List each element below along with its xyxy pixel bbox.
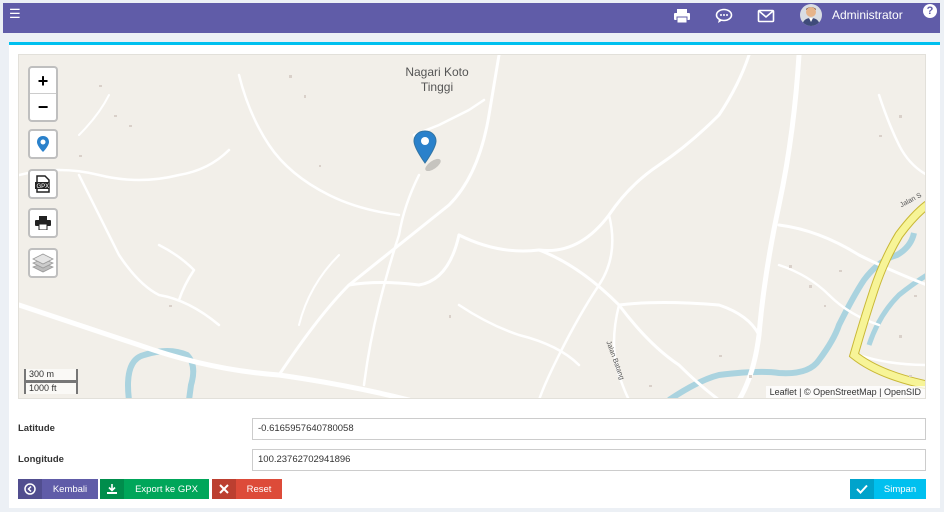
back-icon xyxy=(18,479,42,499)
latitude-label: Latitude xyxy=(18,423,55,434)
scale-imperial: 1000 ft xyxy=(24,381,78,394)
gpx-upload-button[interactable]: GPX xyxy=(28,169,58,199)
back-button[interactable]: Kembali xyxy=(18,479,98,499)
map-marker-icon[interactable] xyxy=(413,129,449,171)
map-view[interactable]: Nagari Koto Tinggi Jalan Batang Jalan S … xyxy=(18,54,926,399)
locate-button[interactable] xyxy=(28,129,58,159)
locate-icon xyxy=(37,136,49,152)
zoom-control: + − xyxy=(28,66,58,122)
export-label: Export ke GPX xyxy=(135,483,198,495)
reset-label: Reset xyxy=(246,483,272,495)
print-map-button[interactable] xyxy=(28,208,58,238)
svg-text:GPX: GPX xyxy=(37,184,50,190)
chat-icon[interactable] xyxy=(715,8,733,24)
user-menu[interactable]: Administrator xyxy=(800,3,903,27)
layers-button[interactable] xyxy=(28,248,58,278)
map-tiles xyxy=(19,55,925,398)
mail-icon[interactable] xyxy=(757,8,775,24)
zoom-out-button[interactable]: − xyxy=(30,94,56,120)
place-label-line1: Nagari Koto xyxy=(405,65,469,79)
help-icon[interactable]: ? xyxy=(923,4,937,18)
print-icon xyxy=(35,216,51,230)
map-scale: 300 m 1000 ft xyxy=(24,369,78,394)
back-label: Kembali xyxy=(52,483,88,495)
download-icon xyxy=(100,479,124,499)
place-label-line2: Tinggi xyxy=(420,80,454,94)
save-button[interactable]: Simpan xyxy=(850,479,926,499)
export-gpx-button[interactable]: Export ke GPX xyxy=(100,479,209,499)
check-icon xyxy=(850,479,874,499)
longitude-row: Longitude 100.23762702941896 xyxy=(18,449,926,471)
map-attribution: Leaflet | © OpenStreetMap | OpenSID xyxy=(765,386,925,398)
layers-icon xyxy=(32,253,54,273)
latitude-input[interactable]: -0.6165957640780058 xyxy=(252,418,926,440)
zoom-in-button[interactable]: + xyxy=(30,68,56,94)
print-icon[interactable] xyxy=(673,8,691,24)
avatar xyxy=(800,4,822,26)
close-icon xyxy=(212,479,236,499)
hamburger-icon[interactable]: ☰ xyxy=(9,7,21,20)
longitude-label: Longitude xyxy=(18,454,64,465)
save-label: Simpan xyxy=(883,483,917,495)
user-name: Administrator xyxy=(832,8,903,22)
reset-button[interactable]: Reset xyxy=(212,479,282,499)
top-navbar: ☰ Administrator ? xyxy=(3,3,940,33)
longitude-input[interactable]: 100.23762702941896 xyxy=(252,449,926,471)
place-label: Nagari Koto Tinggi xyxy=(392,65,482,95)
latitude-row: Latitude -0.6165957640780058 xyxy=(18,418,926,440)
gpx-icon: GPX xyxy=(35,175,50,193)
